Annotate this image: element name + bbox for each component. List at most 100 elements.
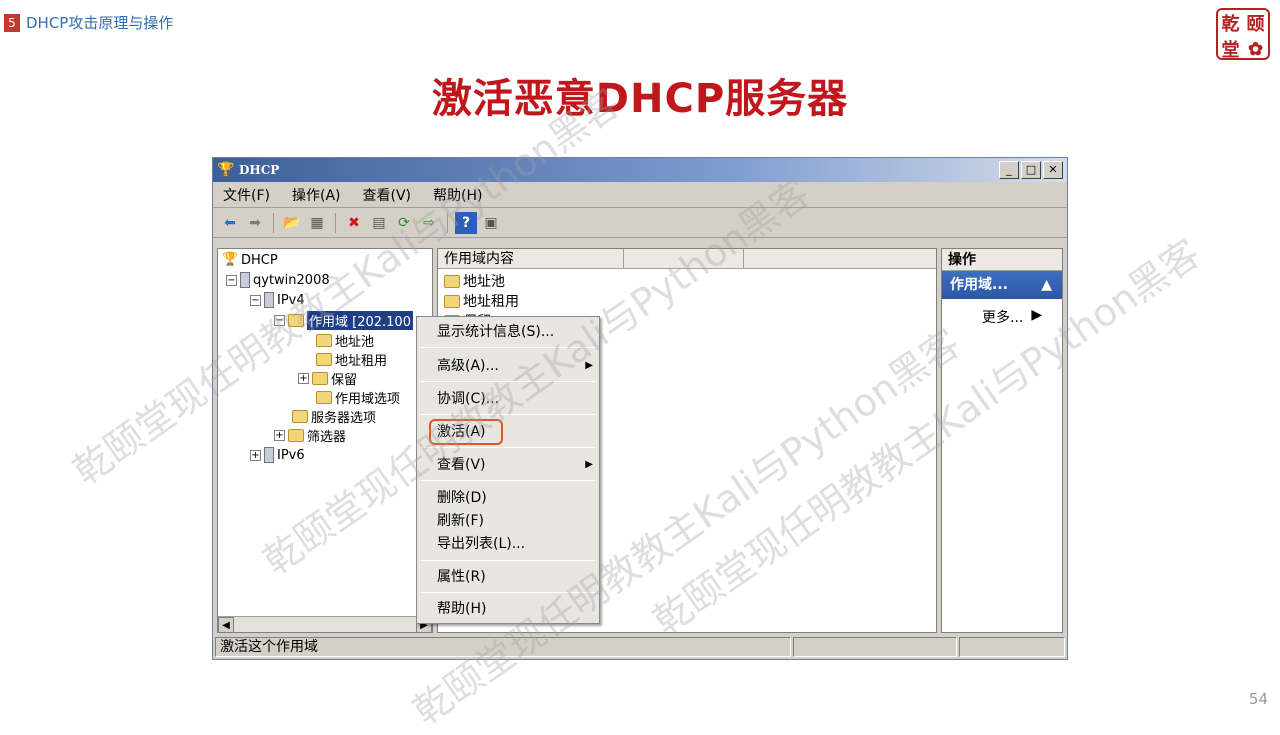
close-button[interactable]: ✕ xyxy=(1043,161,1063,179)
filter-folder-icon xyxy=(288,428,304,442)
list-item[interactable]: 地址池 xyxy=(444,271,505,291)
menu-separator xyxy=(421,480,595,481)
menu-item-reconcile[interactable]: 协调(C)... xyxy=(437,388,597,410)
menu-item-label: 高级(A)... xyxy=(437,358,499,374)
menu-separator xyxy=(421,592,595,593)
menu-item-delete[interactable]: 删除(D) xyxy=(437,487,597,509)
back-arrow-icon[interactable]: ⬅ xyxy=(219,212,241,234)
tree-filters[interactable]: + 筛选器 xyxy=(274,426,347,445)
refresh-icon[interactable]: ⟳ xyxy=(393,212,415,234)
tree-label: 地址池 xyxy=(335,334,375,350)
tree-root[interactable]: 🏆 DHCP xyxy=(222,251,278,269)
collapse-icon[interactable]: − xyxy=(250,294,261,306)
list-item[interactable]: 地址租用 xyxy=(444,291,519,311)
collapse-up-icon[interactable]: ▲ xyxy=(1041,271,1052,299)
menu-action[interactable]: 操作(A) xyxy=(288,183,345,207)
horizontal-scrollbar[interactable]: ◀ ▶ xyxy=(218,616,432,633)
menu-item-help[interactable]: 帮助(H) xyxy=(437,598,597,620)
tree-scope-options[interactable]: 作用域选项 xyxy=(316,388,400,407)
tree-server-options[interactable]: 服务器选项 xyxy=(292,407,377,426)
tree-ipv4[interactable]: − IPv4 xyxy=(250,291,305,309)
collapse-icon[interactable]: − xyxy=(226,274,237,286)
statusbar: 激活这个作用域 xyxy=(213,635,1067,659)
section-title: DHCP攻击原理与操作 xyxy=(26,14,174,32)
menu-item-activate[interactable]: 激活(A) xyxy=(437,421,597,443)
up-folder-icon[interactable]: 📂 xyxy=(281,212,303,234)
chevron-right-icon: ▶ xyxy=(1031,307,1043,323)
forward-arrow-icon[interactable]: ➡ xyxy=(244,212,266,234)
window-title: DHCP xyxy=(239,163,280,177)
dhcp-trophy-icon: 🏆 xyxy=(217,162,235,178)
actions-subheader: 作用域... xyxy=(950,277,1008,293)
tree-label: 筛选器 xyxy=(307,429,347,445)
leases-folder-icon xyxy=(316,352,332,366)
toolbar: ⬅ ➡ 📂 ▦ ✖ ▤ ⟳ ⇨ ? ▣ xyxy=(213,208,1067,238)
more-actions-link[interactable]: 更多... ▶ xyxy=(942,299,1062,327)
tree-label: IPv4 xyxy=(277,292,305,308)
actions-header: 操作 xyxy=(942,249,1062,271)
list-item-label: 地址租用 xyxy=(463,294,519,310)
console-icon[interactable]: ▣ xyxy=(480,212,502,234)
tree-label: 服务器选项 xyxy=(311,410,377,426)
menu-separator xyxy=(421,381,595,382)
actions-scope-section[interactable]: 作用域... ▲ xyxy=(942,271,1062,299)
leases-folder-icon xyxy=(444,294,460,308)
toolbar-separator xyxy=(273,212,274,233)
submenu-arrow-icon: ▶ xyxy=(585,459,593,470)
more-actions-label: 更多... xyxy=(982,310,1024,326)
menu-item-properties[interactable]: 属性(R) xyxy=(437,566,597,588)
list-item-label: 地址池 xyxy=(463,274,505,290)
pool-folder-icon xyxy=(316,333,332,347)
tree-pane[interactable]: 🏆 DHCP − qytwin2008 − IPv4 − 作用域 [202.10… xyxy=(217,248,433,633)
tree-ipv6[interactable]: + IPv6 xyxy=(250,446,305,464)
menu-item-advanced[interactable]: 高级(A)... ▶ xyxy=(437,355,597,377)
tree-label: DHCP xyxy=(241,252,278,268)
export-icon[interactable]: ⇨ xyxy=(418,212,440,234)
menu-item-label: 刷新(F) xyxy=(437,513,484,529)
show-tree-icon[interactable]: ▦ xyxy=(306,212,328,234)
menu-item-view[interactable]: 查看(V) ▶ xyxy=(437,454,597,476)
logo-char: ✿ xyxy=(1247,38,1264,60)
collapse-icon[interactable]: − xyxy=(274,314,285,326)
column-header-empty[interactable] xyxy=(624,249,744,268)
maximize-button[interactable]: □ xyxy=(1021,161,1041,179)
scroll-left-icon[interactable]: ◀ xyxy=(218,616,234,633)
expand-icon[interactable]: + xyxy=(274,429,285,441)
help-icon[interactable]: ? xyxy=(455,211,477,234)
menu-file[interactable]: 文件(F) xyxy=(219,183,274,207)
tree-address-leases[interactable]: 地址租用 xyxy=(316,350,387,369)
menu-view[interactable]: 查看(V) xyxy=(359,183,416,207)
brand-logo: 乾 颐 堂 ✿ xyxy=(1216,8,1270,61)
properties-icon[interactable]: ▤ xyxy=(368,212,390,234)
expand-icon[interactable]: + xyxy=(298,372,309,384)
menu-item-label: 协调(C)... xyxy=(437,391,500,407)
toolbar-separator xyxy=(447,212,448,233)
delete-icon[interactable]: ✖ xyxy=(343,212,365,234)
menubar: 文件(F) 操作(A) 查看(V) 帮助(H) xyxy=(213,182,1067,208)
menu-item-export[interactable]: 导出列表(L)... xyxy=(437,533,597,555)
menu-item-label: 激活(A) xyxy=(437,424,486,440)
pool-folder-icon xyxy=(444,274,460,288)
dhcp-trophy-icon: 🏆 xyxy=(222,252,239,267)
tree-scope[interactable]: − 作用域 [202.100 xyxy=(274,310,413,330)
toolbar-separator xyxy=(335,212,336,233)
tree-label: 保留 xyxy=(331,372,358,388)
logo-char: 乾 xyxy=(1221,14,1240,35)
expand-icon[interactable]: + xyxy=(250,449,261,461)
tree-reservations[interactable]: + 保留 xyxy=(298,369,358,388)
menu-item-show-stats[interactable]: 显示统计信息(S)... xyxy=(437,321,597,343)
column-header-scope-contents[interactable]: 作用域内容 xyxy=(438,249,624,268)
menu-item-refresh[interactable]: 刷新(F) xyxy=(437,510,597,532)
tree-server[interactable]: − qytwin2008 xyxy=(226,271,330,289)
menu-item-label: 查看(V) xyxy=(437,457,486,473)
menu-separator xyxy=(421,347,595,348)
menu-item-label: 删除(D) xyxy=(437,490,487,506)
menu-help[interactable]: 帮助(H) xyxy=(429,183,486,207)
minimize-button[interactable]: _ xyxy=(999,161,1019,179)
submenu-arrow-icon: ▶ xyxy=(585,360,593,371)
section-badge: 5 DHCP攻击原理与操作 xyxy=(4,12,173,33)
tree-address-pool[interactable]: 地址池 xyxy=(316,331,375,350)
actions-pane: 操作 作用域... ▲ 更多... ▶ xyxy=(941,248,1063,633)
status-text: 激活这个作用域 xyxy=(215,637,791,657)
window-titlebar[interactable]: 🏆 DHCP _ □ ✕ xyxy=(213,158,1067,182)
